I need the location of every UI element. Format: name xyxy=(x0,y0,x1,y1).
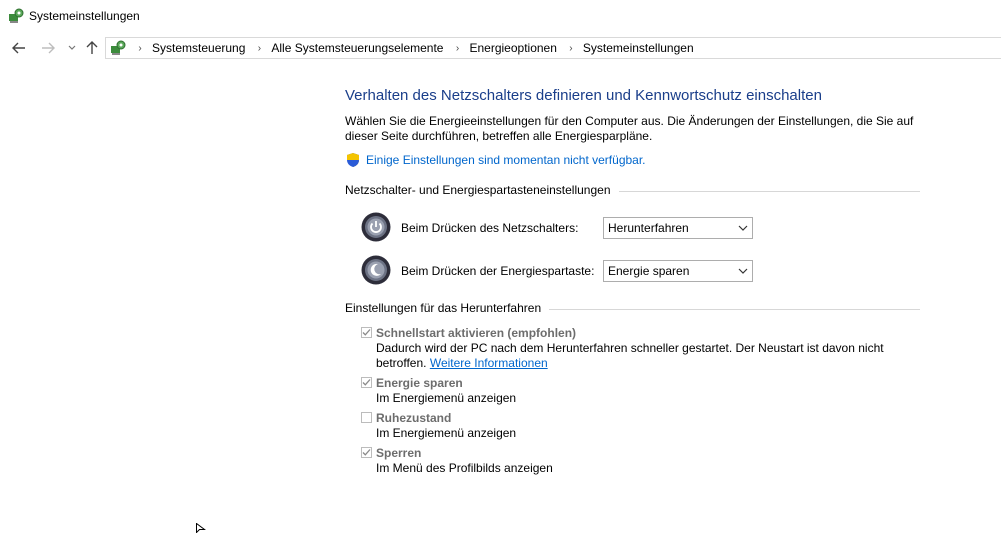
option-description: Dadurch wird der PC nach dem Herunterfah… xyxy=(376,341,896,371)
option-description: Im Energiemenü anzeigen xyxy=(376,426,517,440)
power-button-row: Beim Drücken des Netzschalters: Herunter… xyxy=(345,207,920,250)
page-title: Verhalten des Netzschalters definieren u… xyxy=(345,87,822,104)
arrow-up-icon[interactable] xyxy=(83,39,101,57)
power-button-action-select[interactable]: Herunterfahren xyxy=(603,217,753,239)
chevron-down-icon[interactable] xyxy=(63,39,81,57)
moon-icon xyxy=(361,255,391,285)
chevron-right-icon[interactable]: › xyxy=(253,43,265,54)
control-panel-icon xyxy=(110,40,126,56)
shutdown-settings-group-header: Einstellungen für das Herunterfahren xyxy=(345,301,920,317)
chevron-down-icon xyxy=(734,225,752,231)
page-description: Wählen Sie die Energieeinstellungen für … xyxy=(345,114,914,143)
control-panel-icon xyxy=(8,8,24,24)
more-info-link[interactable]: Weitere Informationen xyxy=(430,356,548,370)
group-title: Netzschalter- und Energiespartasteneinst… xyxy=(345,183,619,197)
chevron-down-icon xyxy=(734,268,752,274)
navigation-bar: › Systemsteuerung › Alle Systemsteuerung… xyxy=(0,34,1001,62)
sleep-button-row: Beim Drücken der Energiespartaste: Energ… xyxy=(345,250,920,293)
power-button-label: Beim Drücken des Netzschalters: xyxy=(401,221,579,235)
option-title: Energie sparen xyxy=(376,376,463,390)
sleep-checkbox[interactable] xyxy=(361,377,372,388)
unavailable-settings-link[interactable]: Einige Einstellungen sind momentan nicht… xyxy=(366,153,646,167)
window-title: Systemeinstellungen xyxy=(29,9,140,23)
hibernate-option: Ruhezustand Im Energiemenü anzeigen xyxy=(361,410,920,441)
power-icon xyxy=(361,212,391,242)
fast-startup-checkbox[interactable] xyxy=(361,327,372,338)
breadcrumb-item[interactable]: Energieoptionen xyxy=(469,41,556,55)
arrow-right-icon[interactable] xyxy=(39,39,57,57)
sleep-option: Energie sparen Im Energiemenü anzeigen xyxy=(361,375,920,406)
breadcrumb-item[interactable]: Alle Systemsteuerungselemente xyxy=(271,41,443,55)
sleep-button-label: Beim Drücken der Energiespartaste: xyxy=(401,264,595,278)
title-bar: Systemeinstellungen xyxy=(0,0,1001,32)
lock-option: Sperren Im Menü des Profilbilds anzeigen xyxy=(361,445,920,476)
breadcrumb-item[interactable]: Systemeinstellungen xyxy=(583,41,694,55)
hibernate-checkbox[interactable] xyxy=(361,412,372,423)
chevron-right-icon[interactable]: › xyxy=(451,43,463,54)
breadcrumb-item[interactable]: Systemsteuerung xyxy=(152,41,245,55)
chevron-right-icon[interactable]: › xyxy=(134,43,146,54)
option-description: Im Menü des Profilbilds anzeigen xyxy=(376,461,553,475)
chevron-right-icon[interactable]: › xyxy=(565,43,577,54)
power-settings-group-header: Netzschalter- und Energiespartasteneinst… xyxy=(345,183,920,199)
arrow-left-icon[interactable] xyxy=(10,39,28,57)
mouse-cursor-icon xyxy=(196,522,206,536)
option-title: Schnellstart aktivieren (empfohlen) xyxy=(376,326,577,340)
main-content: Verhalten des Netzschalters definieren u… xyxy=(345,84,920,476)
group-title: Einstellungen für das Herunterfahren xyxy=(345,301,550,315)
uac-shield-icon xyxy=(345,152,361,168)
sleep-button-action-select[interactable]: Energie sparen xyxy=(603,260,753,282)
fast-startup-option: Schnellstart aktivieren (empfohlen) Dadu… xyxy=(361,325,920,371)
unavailable-settings-row: Einige Einstellungen sind momentan nicht… xyxy=(345,151,920,169)
option-description: Im Energiemenü anzeigen xyxy=(376,391,517,405)
select-value: Energie sparen xyxy=(608,264,690,278)
option-title: Sperren xyxy=(376,446,422,460)
lock-checkbox[interactable] xyxy=(361,447,372,458)
address-bar[interactable]: › Systemsteuerung › Alle Systemsteuerung… xyxy=(105,37,1001,59)
option-title: Ruhezustand xyxy=(376,411,452,425)
select-value: Herunterfahren xyxy=(608,221,689,235)
